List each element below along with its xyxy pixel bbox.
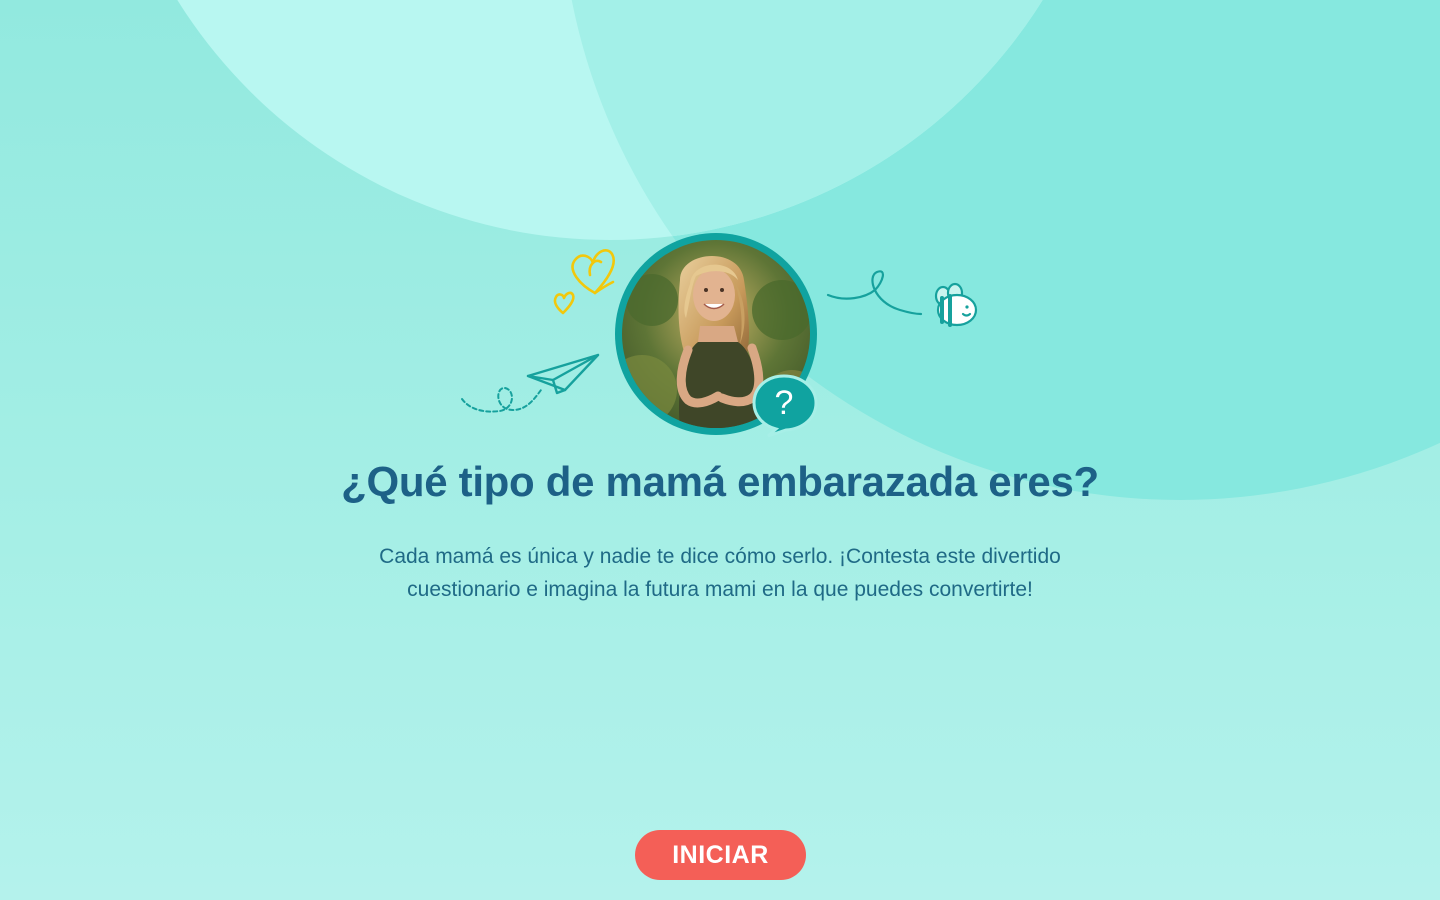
question-bubble-icon: ? — [752, 374, 818, 438]
background-shapes — [177, 0, 1440, 500]
plane-trail — [461, 387, 542, 413]
quiz-description: Cada mamá es única y nadie te dice cómo … — [379, 545, 1061, 601]
quiz-title: ¿Qué tipo de mamá embarazada eres? — [341, 458, 1099, 505]
bee-icon — [934, 282, 978, 327]
hero-illustration: ? — [455, 230, 985, 445]
loop-line — [826, 270, 923, 316]
hearts-icon — [553, 249, 615, 315]
paper-plane-icon — [526, 353, 600, 395]
start-button[interactable]: INICIAR — [635, 830, 806, 880]
question-mark-text: ? — [775, 384, 794, 422]
